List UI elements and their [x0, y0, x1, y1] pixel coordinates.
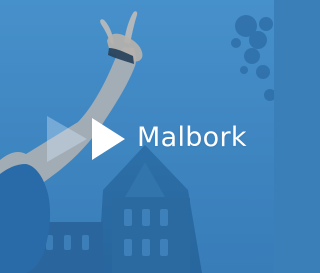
place-title: Malbork [137, 122, 247, 153]
play-icon [47, 116, 87, 162]
play-icon[interactable] [88, 116, 128, 162]
video-thumbnail[interactable]: Malbork [0, 0, 274, 273]
